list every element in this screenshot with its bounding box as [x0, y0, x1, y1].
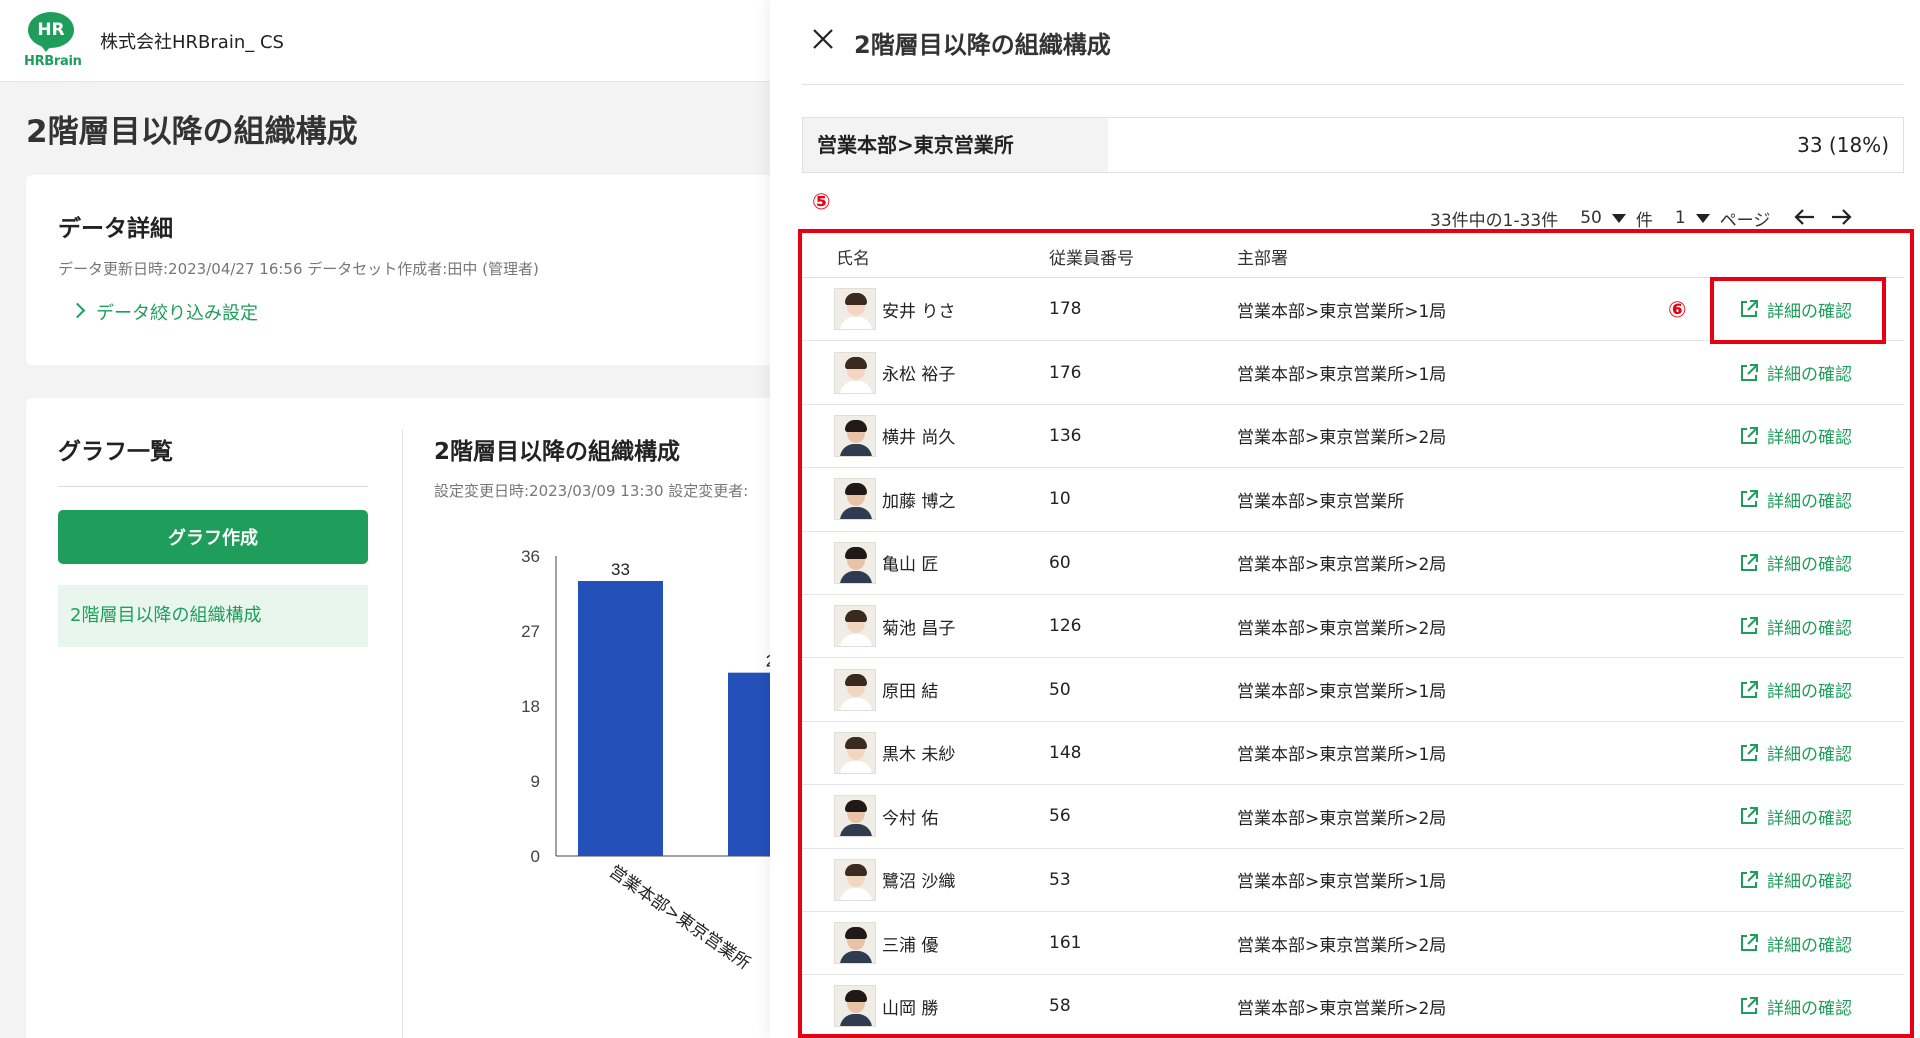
close-icon — [813, 29, 833, 49]
graph-panel-divider — [402, 430, 403, 1038]
logo-bubble-tail — [38, 42, 54, 52]
page-value: 1 — [1674, 208, 1686, 228]
bar-value-label: 33 — [611, 560, 630, 579]
y-tick-label: 27 — [521, 622, 540, 641]
create-graph-button[interactable]: グラフ作成 — [58, 510, 368, 564]
pagination: 33件中の1-33件 50 件 1 ページ — [1430, 206, 1852, 231]
per-page-value: 50 — [1580, 208, 1602, 228]
org-summary-label: 営業本部>東京営業所 — [803, 118, 1108, 172]
page-unit: ページ — [1719, 210, 1771, 231]
data-filter-label: データ絞り込み設定 — [96, 303, 258, 324]
annotation-frame-detail-button — [1710, 277, 1886, 344]
chart-title: 2階層目以降の組織構成 — [434, 439, 681, 465]
org-summary-value: 33 (18%) — [1797, 133, 1889, 157]
per-page-unit: 件 — [1635, 210, 1653, 231]
org-summary-row: 営業本部>東京営業所 33 (18%) — [802, 117, 1904, 173]
arrow-right-icon — [1832, 209, 1852, 225]
pagination-range: 33件中の1-33件 — [1430, 210, 1559, 231]
drawer-title: 2階層目以降の組織構成 — [854, 31, 1111, 59]
data-detail-meta: データ更新日時:2023/04/27 16:56 データセット作成者:田中 (管… — [58, 260, 539, 278]
prev-page-button[interactable] — [1794, 206, 1816, 230]
page-title: 2階層目以降の組織構成 — [26, 114, 358, 150]
x-tick-label: 営業本部>東京営業所 — [605, 862, 753, 974]
graph-list-card: グラフ一覧 グラフ作成 2階層目以降の組織構成 2階層目以降の組織構成 設定変更… — [26, 398, 796, 1038]
company-name: 株式会社HRBrain_ CS — [100, 32, 284, 53]
bar — [578, 581, 663, 856]
drawer-divider — [802, 84, 1904, 85]
y-tick-label: 18 — [521, 697, 540, 716]
close-drawer-button[interactable] — [808, 24, 838, 54]
annotation-frame-table — [798, 229, 1914, 1038]
next-page-button[interactable] — [1830, 206, 1852, 230]
chart-meta: 設定変更日時:2023/03/09 13:30 設定変更者: — [434, 482, 749, 500]
graph-list-divider — [58, 486, 368, 487]
data-detail-card: データ詳細 データ更新日時:2023/04/27 16:56 データセット作成者… — [26, 175, 786, 365]
graph-list-item[interactable]: 2階層目以降の組織構成 — [58, 585, 368, 647]
arrow-left-icon — [1794, 209, 1815, 225]
y-tick-label: 9 — [531, 772, 540, 791]
page-select[interactable]: 1 — [1675, 208, 1720, 228]
hrbrain-logo[interactable]: HR HRBrain — [24, 12, 82, 70]
app-root: HR HRBrain 株式会社HRBrain_ CS 2階層目以降の組織構成 デ… — [0, 0, 1920, 1038]
y-tick-label: 36 — [521, 548, 540, 566]
bar-chart: 0918273633営業本部>東京営業所2 — [521, 548, 796, 974]
caret-down-icon — [1695, 213, 1710, 223]
annotation-marker-6: ⑥ — [1668, 298, 1687, 323]
per-page-select[interactable]: 50 — [1580, 208, 1636, 228]
caret-down-icon — [1611, 213, 1626, 223]
logo-text: HRBrain — [24, 54, 82, 69]
data-filter-toggle[interactable]: データ絞り込み設定 — [70, 299, 258, 325]
annotation-marker-5: ⑤ — [812, 190, 831, 215]
data-detail-title: データ詳細 — [58, 216, 173, 242]
y-tick-label: 0 — [531, 847, 540, 866]
graph-list-title: グラフ一覧 — [58, 439, 173, 465]
